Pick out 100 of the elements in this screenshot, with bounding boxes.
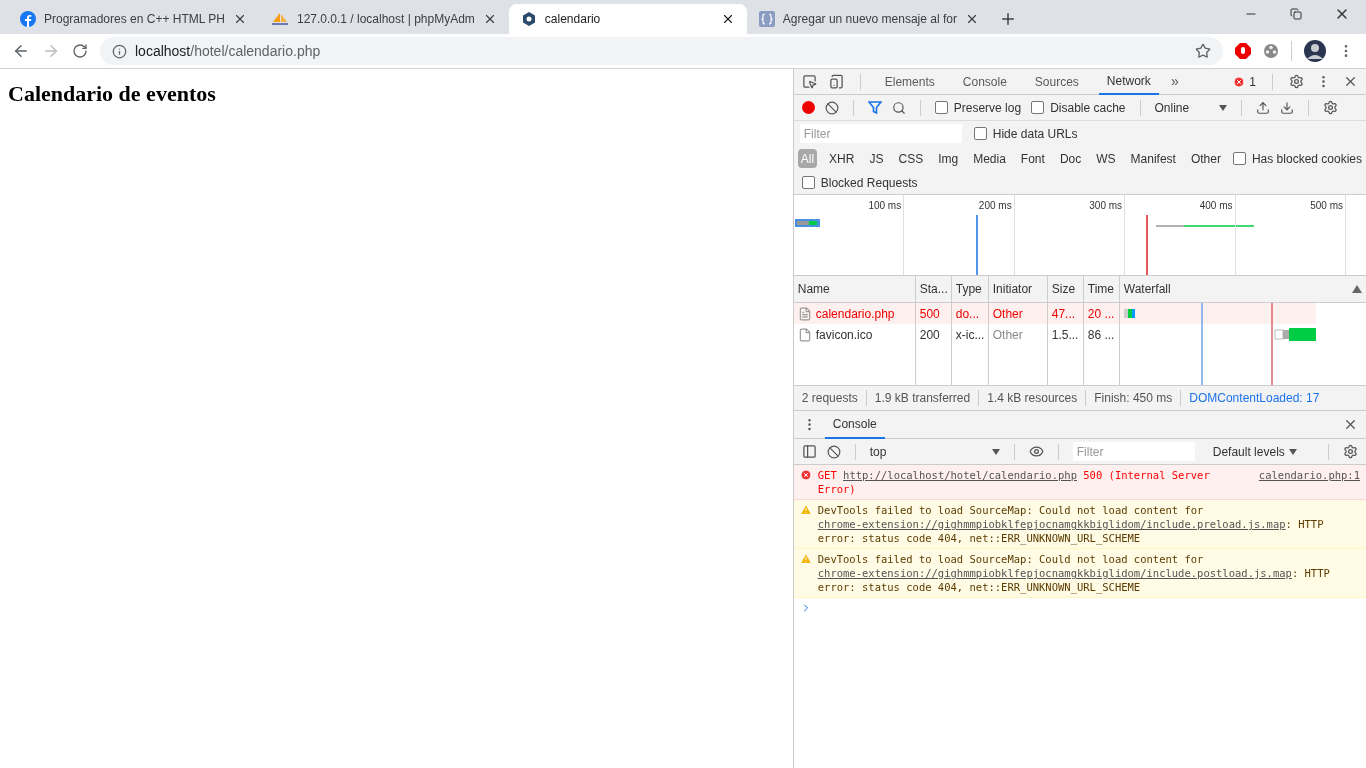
settings-icon[interactable] — [1289, 74, 1304, 89]
document-icon — [797, 306, 812, 321]
clear-icon[interactable] — [824, 100, 839, 115]
back-icon[interactable] — [12, 42, 30, 60]
import-icon[interactable] — [1255, 100, 1270, 115]
table-cell-text: Other — [992, 305, 1023, 323]
context-dropdown[interactable]: top — [869, 442, 1000, 461]
search-icon[interactable] — [891, 100, 906, 115]
type-filter[interactable]: XHR — [826, 149, 858, 168]
preserve-log-checkbox[interactable] — [934, 101, 948, 114]
summary-item: DOMContentLoaded: 17 — [1189, 390, 1320, 407]
type-filter[interactable]: CSS — [895, 149, 927, 168]
bookmark-star-icon[interactable] — [1195, 43, 1211, 59]
browser-tab[interactable]: calendario — [508, 4, 747, 34]
time-tick-label: 100 ms — [868, 200, 902, 212]
type-filter[interactable]: Media — [970, 149, 1009, 168]
levels-dropdown[interactable]: Default levels — [1212, 442, 1297, 461]
column-header[interactable]: Name — [793, 276, 916, 302]
table-cell-text: calendario.php — [815, 305, 895, 323]
url-host: localhost — [135, 41, 191, 61]
type-filter[interactable]: Manifest — [1127, 149, 1179, 168]
browser-tab[interactable]: 127.0.0.1 / localhost | phpMyAdm — [258, 4, 509, 34]
summary-item: 1.9 kB transferred — [874, 390, 971, 407]
column-header[interactable]: Time — [1083, 276, 1120, 302]
reload-icon[interactable] — [72, 43, 88, 59]
tab-title: 127.0.0.1 / localhost | phpMyAdm — [296, 11, 475, 28]
info-icon — [112, 43, 127, 59]
url-path: /hotel/calendario.php — [190, 41, 321, 61]
record-button[interactable] — [801, 101, 815, 114]
eye-icon[interactable] — [1028, 444, 1044, 459]
type-filter[interactable]: Font — [1017, 149, 1048, 168]
close-icon[interactable] — [1343, 417, 1358, 432]
source-link[interactable]: calendario.php:1 — [1242, 468, 1360, 496]
type-filter[interactable]: Other — [1187, 149, 1224, 168]
column-header[interactable]: Size — [1047, 276, 1084, 302]
table-cell-text: 500 — [919, 305, 940, 323]
summary-item: Finish: 450 ms — [1094, 390, 1173, 407]
braces-icon — [758, 11, 775, 27]
time-tick-label: 400 ms — [1199, 200, 1233, 212]
type-filter[interactable]: Doc — [1056, 149, 1085, 168]
column-header[interactable]: Initiator — [988, 276, 1048, 302]
caret-icon — [991, 448, 1000, 455]
message-link[interactable]: http://localhost/hotel/calendario.php — [843, 469, 1077, 481]
hide-data-urls-label: Hide data URLs — [992, 125, 1078, 143]
sidebar-toggle-icon[interactable] — [801, 444, 817, 459]
error-count[interactable]: 1 — [1249, 72, 1256, 91]
throttling-dropdown[interactable]: Online — [1154, 98, 1227, 117]
address-bar[interactable]: localhost/hotel/calendario.php — [100, 37, 1223, 65]
disable-cache-checkbox[interactable] — [1031, 101, 1045, 114]
table-cell-text: 200 — [919, 326, 940, 344]
error-icon — [1233, 75, 1246, 88]
column-header[interactable]: Waterfall — [1123, 280, 1171, 298]
browser-tab[interactable]: Agregar un nuevo mensaje al for — [746, 4, 991, 34]
table-cell-text: favicon.ico — [815, 326, 873, 344]
blocked-requests-label: Blocked Requests — [820, 174, 918, 192]
avatar-icon[interactable] — [1304, 40, 1326, 62]
tab-title: Agregar un nuevo mensaje al for — [782, 11, 957, 28]
time-tick-label: 500 ms — [1310, 200, 1343, 212]
settings-icon[interactable] — [1343, 444, 1358, 459]
has-blocked-cookies-checkbox[interactable] — [1232, 152, 1246, 165]
type-filter[interactable]: Img — [935, 149, 962, 168]
tab-title: calendario — [544, 11, 602, 28]
console-filter-field[interactable]: Filter — [1072, 442, 1195, 461]
table-cell-text: Other — [992, 326, 1023, 344]
message-link[interactable]: chrome-extension://gighmmpiobklfepjocnamgkkbiglidom/include.preload.js.map — [817, 518, 1286, 530]
hide-data-urls-checkbox[interactable] — [973, 127, 987, 140]
browser-tab[interactable]: Programadores en C++ HTML PH — [8, 4, 259, 34]
more-tabs[interactable]: » — [1170, 71, 1179, 92]
blocked-requests-checkbox[interactable] — [801, 176, 815, 189]
preserve-log-label: Preserve log — [953, 99, 1022, 117]
type-filter[interactable]: JS — [866, 149, 887, 168]
table-cell-text: 86 ... — [1087, 326, 1115, 344]
inspect-icon[interactable] — [801, 74, 817, 89]
filter-icon[interactable] — [867, 101, 882, 114]
restore-icon[interactable] — [1290, 8, 1302, 20]
devtools-tab[interactable]: Elements — [876, 68, 943, 95]
film-reel-icon[interactable] — [1263, 43, 1279, 59]
table-cell-text: 20 ... — [1087, 305, 1115, 323]
message-link[interactable]: chrome-extension://gighmmpiobklfepjocnamgkkbiglidom/include.postload.js.map — [817, 567, 1292, 579]
clear-icon[interactable] — [826, 444, 841, 459]
filter-field[interactable]: Filter — [799, 124, 962, 143]
settings-icon[interactable] — [1322, 100, 1338, 115]
file-icon — [797, 327, 812, 342]
device-icon[interactable] — [828, 74, 844, 89]
export-icon[interactable] — [1279, 100, 1294, 115]
disable-cache-label: Disable cache — [1050, 99, 1126, 117]
time-tick-label: 200 ms — [978, 200, 1012, 212]
table-cell-text: do... — [955, 305, 980, 323]
devtools-tab[interactable]: Sources — [1026, 68, 1087, 95]
devtools-tab[interactable]: Console — [954, 68, 1015, 95]
has-blocked-cookies-label: Has blocked cookies — [1251, 150, 1362, 168]
warning-icon — [799, 553, 812, 565]
column-header[interactable]: Sta... — [915, 276, 952, 302]
close-icon[interactable] — [1343, 74, 1358, 89]
type-filter[interactable]: WS — [1093, 149, 1119, 168]
console-message: DevTools failed to load SourceMap: Could not load content for chrome-extension://gighmmpiobklfepjocnamgkkbiglidom/include.postload.js.map: HTTP error: status code 404, net::ERR_UNKNOWN_URL_SCHEME — [817, 552, 1331, 594]
sort-ascending-icon[interactable] — [1352, 285, 1362, 293]
request-row[interactable]: calendario.php 500 do... Other 47... 20 ... — [793, 303, 1120, 324]
column-header[interactable]: Type — [951, 276, 989, 302]
summary-item: 1.4 kB resources — [987, 390, 1078, 407]
